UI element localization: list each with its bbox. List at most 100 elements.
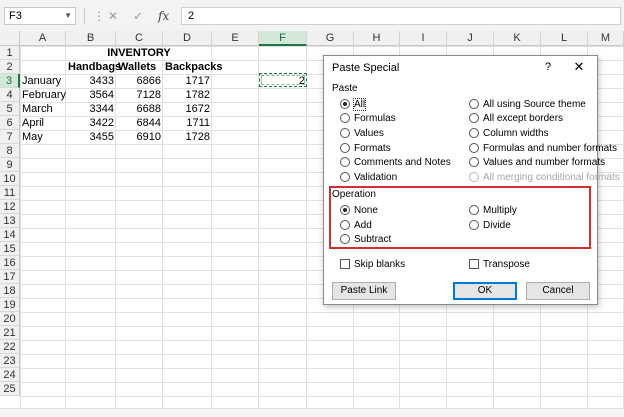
operation-group-label: Operation xyxy=(332,189,376,200)
paste-option-validation[interactable]: Validation xyxy=(340,171,397,184)
row-header-8[interactable]: 8 xyxy=(0,144,20,158)
radio-icon xyxy=(469,220,479,230)
value-cell[interactable]: 1782 xyxy=(163,88,212,102)
gridline xyxy=(306,46,307,416)
row-header-6[interactable]: 6 xyxy=(0,116,20,130)
row-header-2[interactable]: 2 xyxy=(0,60,20,74)
row-header-10[interactable]: 10 xyxy=(0,172,20,186)
row-header-1[interactable]: 1 xyxy=(0,46,20,60)
month-cell[interactable]: April xyxy=(20,116,66,130)
column-header-a[interactable]: A xyxy=(20,31,66,46)
radio-icon xyxy=(469,172,479,182)
month-cell[interactable]: January xyxy=(20,74,66,88)
value-cell[interactable]: 6866 xyxy=(116,74,163,88)
column-header-k[interactable]: K xyxy=(494,31,541,46)
x-icon[interactable]: ✕ xyxy=(108,7,118,25)
row-header-16[interactable]: 16 xyxy=(0,256,20,270)
row-header-9[interactable]: 9 xyxy=(0,158,20,172)
paste-option-comments-notes[interactable]: Comments and Notes xyxy=(340,156,451,169)
paste-option-source-theme[interactable]: All using Source theme xyxy=(469,98,586,111)
row-header-25[interactable]: 25 xyxy=(0,382,20,396)
insert-function-icon[interactable]: fx xyxy=(158,7,169,25)
column-header-h[interactable]: H xyxy=(354,31,400,46)
check-icon[interactable]: ✓ xyxy=(133,7,143,25)
column-header-j[interactable]: J xyxy=(447,31,494,46)
paste-link-button[interactable]: Paste Link xyxy=(332,282,396,300)
column-header-g[interactable]: G xyxy=(307,31,354,46)
value-cell[interactable]: 1717 xyxy=(163,74,212,88)
column-header-d[interactable]: D xyxy=(163,31,212,46)
option-label: Multiply xyxy=(483,205,517,216)
paste-option-formats[interactable]: Formats xyxy=(340,142,391,155)
inventory-title[interactable]: INVENTORY xyxy=(66,46,212,60)
operation-option-divide[interactable]: Divide xyxy=(469,219,511,232)
name-box[interactable]: F3 ▼ xyxy=(4,7,76,25)
value-cell[interactable]: 3344 xyxy=(66,102,116,116)
row-header-23[interactable]: 23 xyxy=(0,354,20,368)
operation-option-multiply[interactable]: Multiply xyxy=(469,204,517,217)
value-cell[interactable]: 7128 xyxy=(116,88,163,102)
column-header-f[interactable]: F xyxy=(259,31,307,46)
value-cell[interactable]: 1711 xyxy=(163,116,212,130)
value-cell[interactable]: 6844 xyxy=(116,116,163,130)
option-label: Divide xyxy=(483,220,511,231)
month-cell[interactable]: March xyxy=(20,102,66,116)
column-header-l[interactable]: L xyxy=(541,31,588,46)
row-header-15[interactable]: 15 xyxy=(0,242,20,256)
paste-option-values[interactable]: Values xyxy=(340,127,384,140)
value-cell[interactable]: 3433 xyxy=(66,74,116,88)
header-handbags[interactable]: Handbags xyxy=(66,60,121,74)
chevron-down-icon[interactable]: ▼ xyxy=(64,8,72,24)
row-header-4[interactable]: 4 xyxy=(0,88,20,102)
row-header-18[interactable]: 18 xyxy=(0,284,20,298)
column-header-c[interactable]: C xyxy=(116,31,163,46)
operation-option-subtract[interactable]: Subtract xyxy=(340,233,391,246)
transpose-checkbox[interactable]: Transpose xyxy=(469,258,530,271)
column-header-e[interactable]: E xyxy=(212,31,259,46)
column-header-m[interactable]: M xyxy=(588,31,624,46)
operation-option-none[interactable]: None xyxy=(340,204,378,217)
paste-option-formulas-number-formats[interactable]: Formulas and number formats xyxy=(469,142,617,155)
option-label: Formats xyxy=(354,143,391,154)
row-header-24[interactable]: 24 xyxy=(0,368,20,382)
row-header-12[interactable]: 12 xyxy=(0,200,20,214)
row-header-3[interactable]: 3 xyxy=(0,74,20,88)
value-cell[interactable]: 3422 xyxy=(66,116,116,130)
month-cell[interactable]: May xyxy=(20,130,66,144)
skip-blanks-checkbox[interactable]: Skip blanks xyxy=(340,258,405,271)
paste-option-except-borders[interactable]: All except borders xyxy=(469,112,563,125)
value-cell[interactable]: 3564 xyxy=(66,88,116,102)
column-header-b[interactable]: B xyxy=(66,31,116,46)
paste-option-column-widths[interactable]: Column widths xyxy=(469,127,549,140)
ok-button[interactable]: OK xyxy=(453,282,517,300)
row-header-20[interactable]: 20 xyxy=(0,312,20,326)
column-header-i[interactable]: I xyxy=(400,31,447,46)
value-cell[interactable]: 3455 xyxy=(66,130,116,144)
row-header-14[interactable]: 14 xyxy=(0,228,20,242)
row-header-22[interactable]: 22 xyxy=(0,340,20,354)
row-header-17[interactable]: 17 xyxy=(0,270,20,284)
value-cell[interactable]: 1672 xyxy=(163,102,212,116)
select-all-corner[interactable] xyxy=(0,31,20,46)
header-wallets[interactable]: Wallets xyxy=(116,60,163,74)
value-cell[interactable]: 1728 xyxy=(163,130,212,144)
paste-option-all[interactable]: All xyxy=(340,98,367,111)
header-backpacks[interactable]: Backpacks xyxy=(163,60,223,74)
gridline xyxy=(258,46,259,416)
paste-option-formulas[interactable]: Formulas xyxy=(340,112,396,125)
value-cell[interactable]: 6910 xyxy=(116,130,163,144)
help-icon[interactable]: ? xyxy=(540,59,556,75)
row-header-11[interactable]: 11 xyxy=(0,186,20,200)
paste-option-values-number-formats[interactable]: Values and number formats xyxy=(469,156,605,169)
close-icon[interactable]: ✕ xyxy=(571,59,587,75)
row-header-7[interactable]: 7 xyxy=(0,130,20,144)
formula-input[interactable]: 2 xyxy=(181,7,621,25)
value-cell[interactable]: 6688 xyxy=(116,102,163,116)
operation-option-add[interactable]: Add xyxy=(340,219,372,232)
row-header-19[interactable]: 19 xyxy=(0,298,20,312)
cancel-button[interactable]: Cancel xyxy=(526,282,590,300)
row-header-13[interactable]: 13 xyxy=(0,214,20,228)
month-cell[interactable]: February xyxy=(20,88,66,102)
row-header-5[interactable]: 5 xyxy=(0,102,20,116)
row-header-21[interactable]: 21 xyxy=(0,326,20,340)
